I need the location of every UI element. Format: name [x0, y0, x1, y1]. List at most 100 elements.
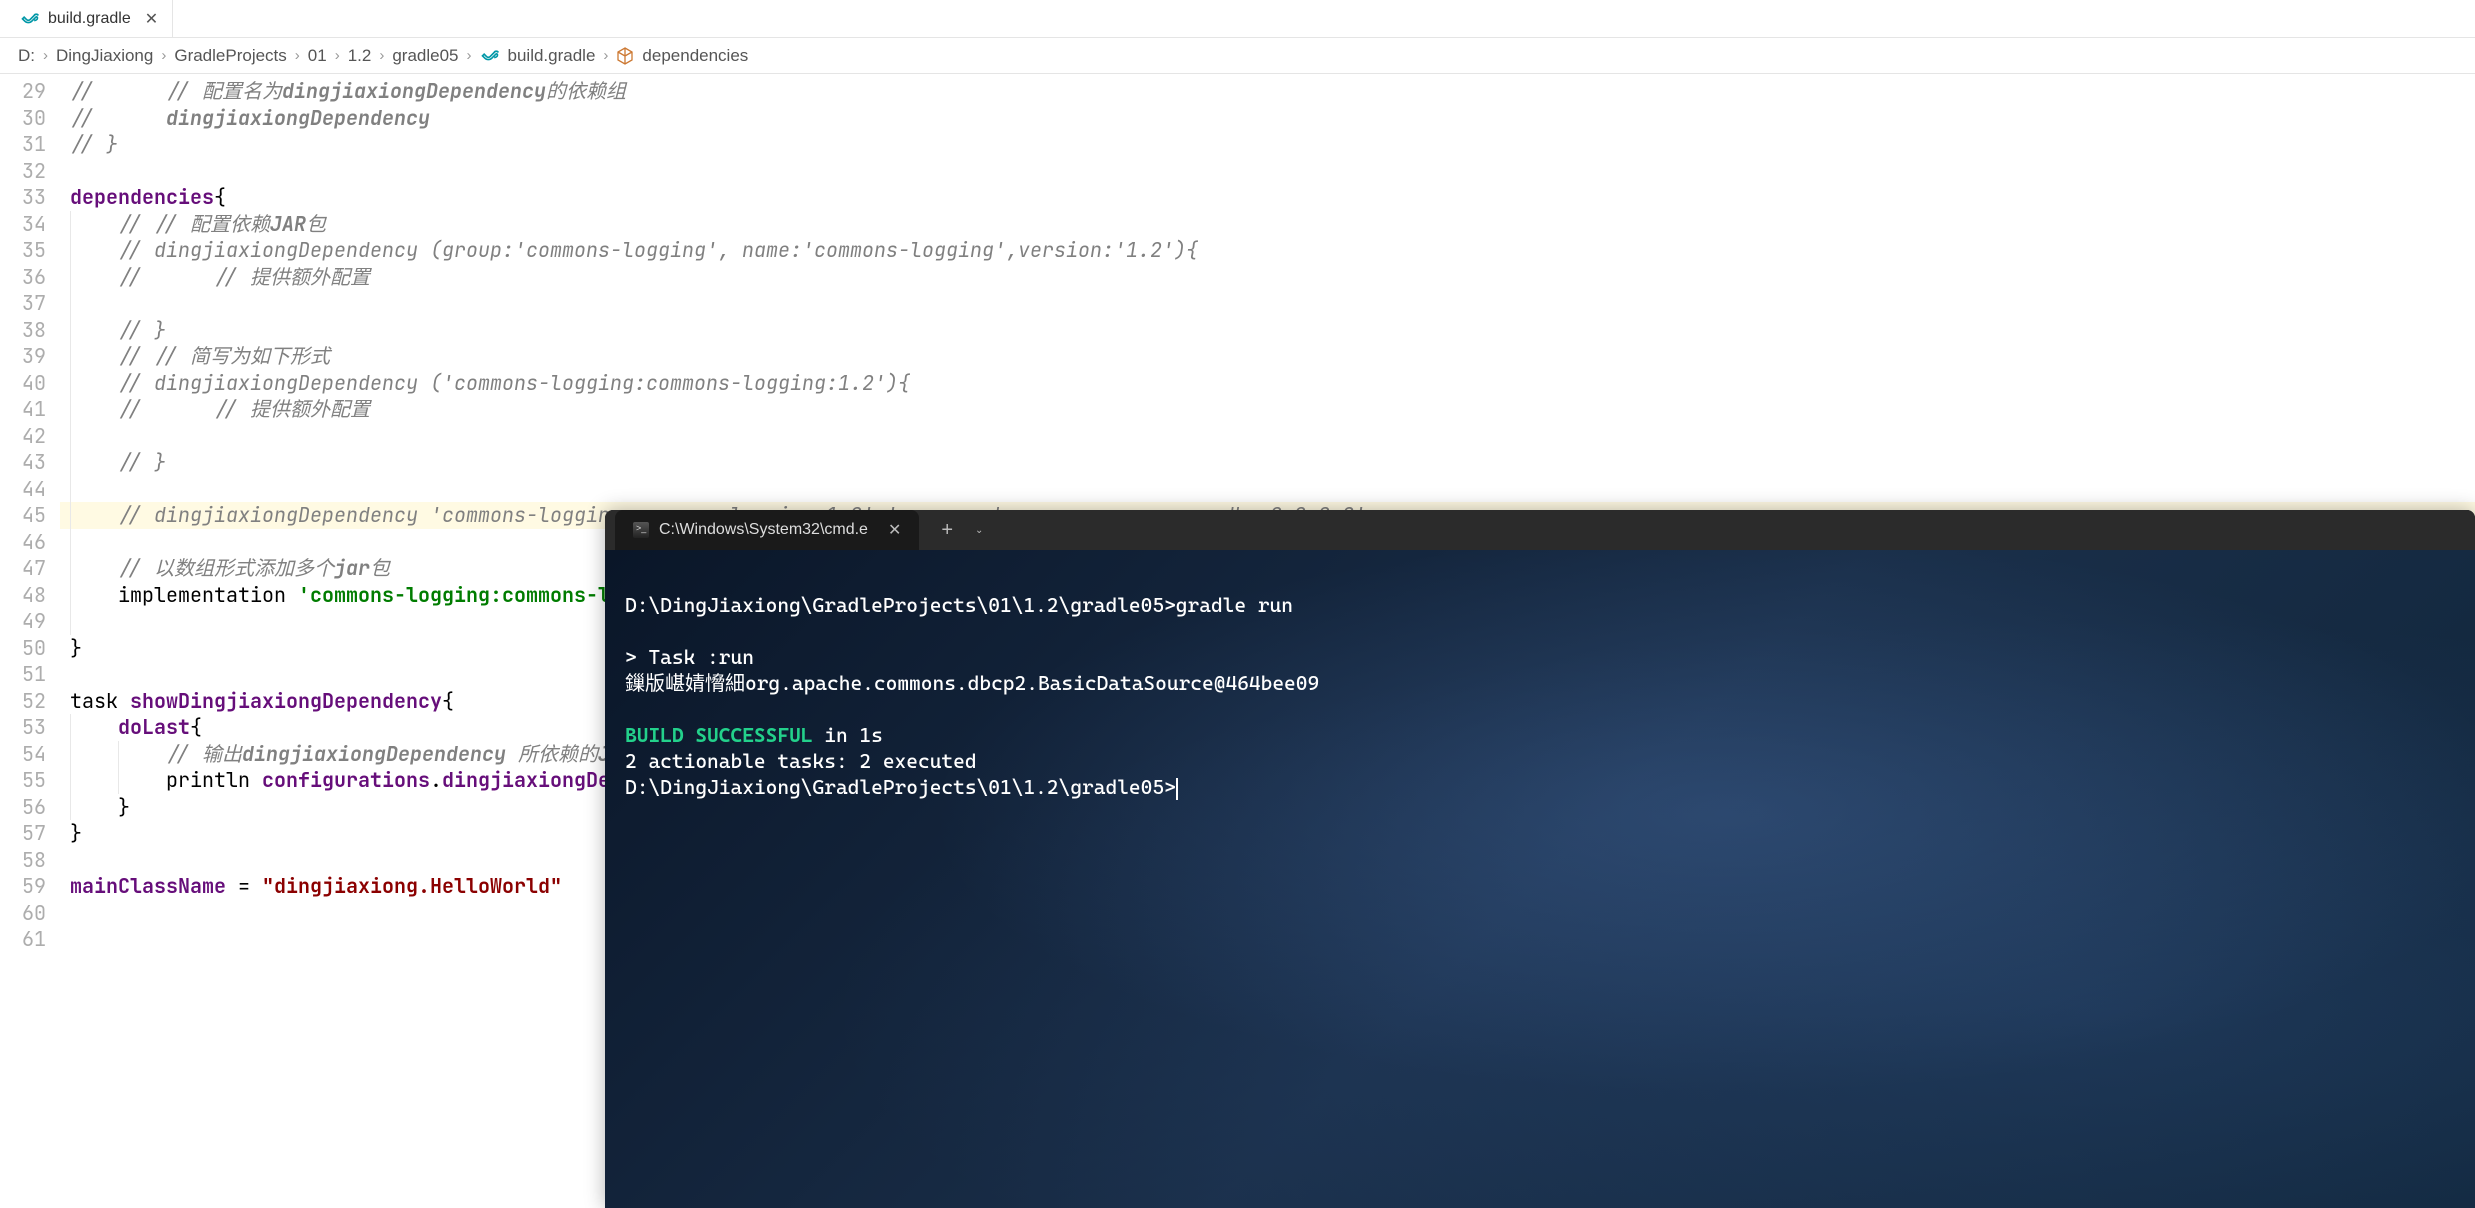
crumb[interactable]: dependencies — [642, 46, 748, 66]
code-text: { — [442, 688, 454, 714]
line-number: 42 — [0, 423, 46, 450]
chevron-right-icon: › — [43, 47, 48, 64]
line-number: 57 — [0, 820, 46, 847]
line-number: 56 — [0, 794, 46, 821]
crumb[interactable]: gradle05 — [392, 46, 458, 66]
line-number: 50 — [0, 635, 46, 662]
tab-dropdown-icon[interactable]: ⌄ — [975, 525, 983, 536]
code-text: // } — [70, 131, 118, 157]
line-number: 40 — [0, 370, 46, 397]
terminal-cursor — [1176, 778, 1178, 800]
terminal-line: 2 actionable tasks: 2 executed — [625, 748, 2455, 774]
crumb[interactable]: 1.2 — [348, 46, 372, 66]
crumb[interactable]: 01 — [308, 46, 327, 66]
code-text: task — [70, 688, 130, 714]
chevron-right-icon: › — [467, 47, 472, 64]
code-text: // — [214, 264, 250, 290]
line-number: 32 — [0, 158, 46, 185]
gradle-icon — [20, 13, 40, 25]
line-number: 46 — [0, 529, 46, 556]
line-number: 29 — [0, 78, 46, 105]
cmd-icon: >_ — [633, 522, 649, 538]
chevron-right-icon: › — [335, 47, 340, 64]
package-icon — [616, 47, 634, 65]
line-number: 30 — [0, 105, 46, 132]
terminal-line: 鏁版嵁婧愶細org.apache.commons.dbcp2.BasicData… — [625, 670, 2455, 696]
chevron-right-icon: › — [295, 47, 300, 64]
code-text: "dingjiaxiong.HelloWorld" — [262, 873, 562, 899]
terminal-titlebar[interactable]: >_ C:\Windows\System32\cmd.e ✕ + ⌄ — [605, 510, 2475, 550]
terminal-success: BUILD SUCCESSFUL — [625, 723, 813, 747]
line-number: 31 — [0, 131, 46, 158]
line-number: 51 — [0, 661, 46, 688]
crumb[interactable]: GradleProjects — [174, 46, 286, 66]
terminal-text: in 1s — [813, 723, 883, 747]
code-text: mainClassName — [70, 873, 226, 899]
line-number: 38 — [0, 317, 46, 344]
code-text: 的依赖组 — [546, 78, 626, 104]
terminal-line: D:\DingJiaxiong\GradleProjects\01\1.2\gr… — [625, 592, 2455, 618]
line-number: 53 — [0, 714, 46, 741]
line-number: 49 — [0, 608, 46, 635]
line-number: 33 — [0, 184, 46, 211]
line-number: 43 — [0, 449, 46, 476]
editor-tabbar: build.gradle ✕ — [0, 0, 2475, 38]
code-text: 以数组形式添加多个 — [154, 555, 334, 581]
code-text: // — [154, 343, 190, 369]
code-text: } — [70, 635, 82, 661]
line-number: 44 — [0, 476, 46, 503]
line-number: 59 — [0, 873, 46, 900]
code-text: 所依赖的 — [518, 741, 598, 767]
code-text: 简写为如下形式 — [190, 343, 330, 369]
code-text: dingjiaxiongDependency — [166, 105, 430, 131]
terminal-window[interactable]: >_ C:\Windows\System32\cmd.e ✕ + ⌄ D:\Di… — [605, 510, 2475, 1208]
line-number: 54 — [0, 741, 46, 768]
code-text: // — [154, 211, 190, 237]
terminal-line: > Task :run — [625, 644, 2455, 670]
code-text: jar — [334, 555, 370, 581]
line-number: 52 — [0, 688, 46, 715]
code-text: } — [118, 794, 130, 820]
close-icon[interactable]: ✕ — [145, 9, 158, 29]
close-icon[interactable]: ✕ — [888, 520, 901, 540]
code-text: // — [118, 396, 214, 422]
line-number: 55 — [0, 767, 46, 794]
chevron-right-icon: › — [161, 47, 166, 64]
line-number: 39 — [0, 343, 46, 370]
code-text: 配置依赖 — [190, 211, 270, 237]
chevron-right-icon: › — [379, 47, 384, 64]
code-text: // — [118, 211, 154, 237]
code-text: // — [166, 78, 202, 104]
code-text: 包 — [370, 555, 390, 581]
line-number: 34 — [0, 211, 46, 238]
code-text: showDingjiaxiongDependency — [130, 688, 442, 714]
line-number: 36 — [0, 264, 46, 291]
code-text: dependencies — [70, 184, 214, 210]
crumb[interactable]: DingJiaxiong — [56, 46, 153, 66]
code-text: 提供额外配置 — [250, 396, 370, 422]
file-tab-build-gradle[interactable]: build.gradle ✕ — [6, 0, 173, 37]
line-number: 45 — [0, 502, 46, 529]
crumb[interactable]: build.gradle — [508, 46, 596, 66]
code-text: // — [214, 396, 250, 422]
code-text: // — [70, 105, 166, 131]
code-text: // — [166, 741, 202, 767]
code-text: // dingjiaxiongDependency ('commons-logg… — [118, 370, 910, 396]
line-number: 60 — [0, 900, 46, 927]
code-text: = — [226, 873, 262, 899]
code-text: } — [70, 820, 82, 846]
tab-label: build.gradle — [48, 10, 131, 28]
line-gutter: 2930313233343536373839404142434445464748… — [0, 74, 60, 1208]
terminal-tab[interactable]: >_ C:\Windows\System32\cmd.e ✕ — [615, 510, 919, 550]
code-text: 输出 — [202, 741, 242, 767]
line-number: 37 — [0, 290, 46, 317]
code-text: println — [166, 767, 262, 793]
line-number: 35 — [0, 237, 46, 264]
crumb[interactable]: D: — [18, 46, 35, 66]
code-text: . — [430, 767, 442, 793]
new-tab-button[interactable]: + — [941, 519, 953, 542]
code-text: implementation — [118, 582, 298, 608]
code-text: { — [190, 714, 202, 740]
terminal-body[interactable]: D:\DingJiaxiong\GradleProjects\01\1.2\gr… — [605, 550, 2475, 1208]
line-number: 47 — [0, 555, 46, 582]
